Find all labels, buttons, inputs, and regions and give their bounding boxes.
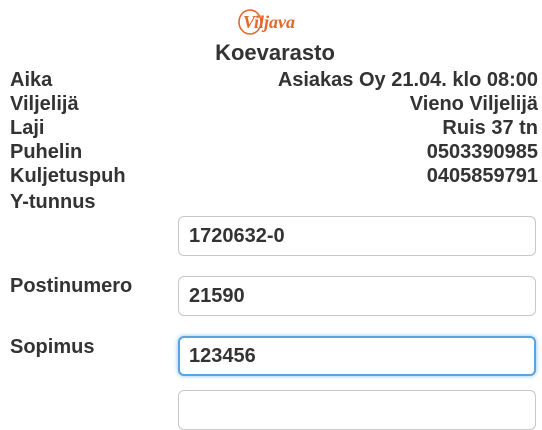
postinumero-label: Postinumero <box>10 275 133 297</box>
page-title-text: Koevarasto <box>215 40 335 65</box>
info-label: Puhelin <box>10 141 83 163</box>
info-label: Kuljetuspuh <box>10 165 126 187</box>
page-title: Koevarasto <box>0 40 542 66</box>
y-tunnus-label: Y-tunnus <box>10 191 96 213</box>
info-label: Laji <box>10 117 45 139</box>
info-row-kuljetuspuh: Kuljetuspuh 0405859791 <box>10 165 538 188</box>
info-label: Aika <box>10 69 53 91</box>
postinumero-input[interactable] <box>178 276 536 316</box>
info-row-aika: Aika Asiakas Oy 21.04. klo 08:00 <box>10 69 538 92</box>
info-value: 0503390985 <box>426 141 538 163</box>
viljava-logo: Viljava <box>0 6 542 38</box>
sopimus-input[interactable] <box>178 336 536 376</box>
info-row-viljelija: Viljelijä Vieno Viljelijä <box>10 93 538 116</box>
info-value: Asiakas Oy 21.04. klo 08:00 <box>277 69 538 91</box>
viljava-logo-mark: Viljava <box>238 9 295 35</box>
y-tunnus-input[interactable] <box>178 216 536 256</box>
info-value: Vieno Viljelijä <box>409 93 538 115</box>
info-value: Ruis 37 tn <box>442 117 538 139</box>
sopimus-label: Sopimus <box>10 336 95 358</box>
svg-text:Viljava: Viljava <box>243 12 295 32</box>
info-row-puhelin: Puhelin 0503390985 <box>10 141 538 164</box>
info-row-laji: Laji Ruis 37 tn <box>10 117 538 140</box>
info-value: 0405859791 <box>426 165 538 187</box>
extra-input[interactable] <box>178 390 536 430</box>
info-label: Viljelijä <box>10 93 79 115</box>
